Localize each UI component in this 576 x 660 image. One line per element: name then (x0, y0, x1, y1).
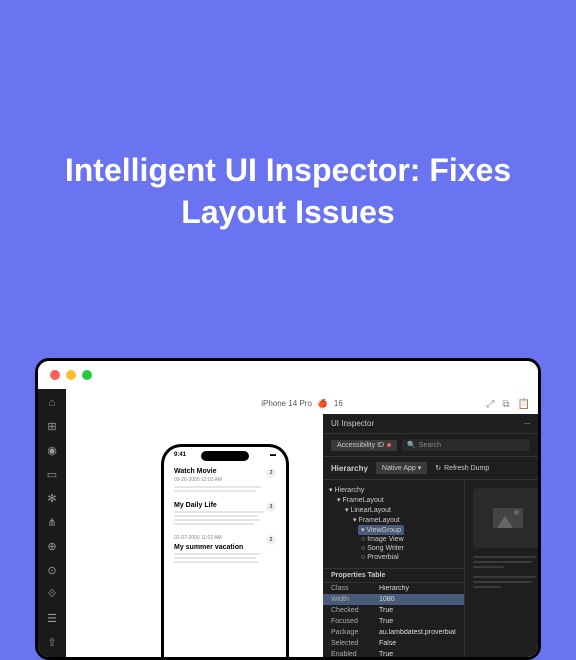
note-badge: 3 (266, 502, 276, 512)
inspector-header: UI Inspector ─ (323, 414, 538, 434)
device-model: iPhone 14 Pro (261, 399, 312, 408)
property-row[interactable]: SelectedFalse (323, 638, 464, 649)
properties-table: ClassHierarchy Width1080 CheckedTrue Foc… (323, 583, 464, 660)
tree-node[interactable]: ▾ FrameLayout (329, 515, 458, 525)
close-icon[interactable]: ─ (524, 419, 530, 428)
inspector-content: ▾ Hierarchy ▾ FrameLayout ▾ LinearLayout… (323, 480, 538, 660)
minimize-window-button[interactable] (66, 370, 76, 380)
signal-icon[interactable]: ⟐ (48, 588, 57, 601)
preview-thumbnail (473, 488, 541, 548)
top-toolbar: ⤢ ⧉ 📋 (486, 399, 530, 410)
preview-pane (465, 480, 541, 660)
device-os: 16 (334, 399, 343, 408)
inspector-panel: UI Inspector ─ Accessibility ID 🔍 Search… (323, 414, 538, 660)
tree-node-selected[interactable]: ▾ ViewGroup (358, 525, 404, 535)
text-placeholder (174, 557, 256, 559)
text-placeholder (174, 553, 261, 555)
text-placeholder (473, 576, 536, 578)
upload-icon[interactable]: ⇧ (47, 636, 56, 649)
properties-title: Properties Table (323, 568, 464, 583)
text-placeholder (473, 586, 501, 588)
text-placeholder (473, 566, 505, 568)
hero-title: Intelligent UI Inspector: Fixes Layout I… (0, 0, 576, 233)
text-placeholder (473, 556, 536, 558)
settings-icon[interactable]: ⊕ (47, 540, 56, 553)
text-placeholder (473, 581, 533, 583)
tree-node[interactable]: ○ Image View (329, 535, 458, 544)
text-placeholder (174, 515, 258, 517)
property-row[interactable]: CheckedTrue (323, 605, 464, 616)
note-item[interactable]: 3 My Daily Life (174, 502, 276, 525)
image-placeholder-icon (493, 508, 523, 528)
accessibility-dropdown[interactable]: Accessibility ID (331, 440, 397, 451)
note-list: 2 Watch Movie 09-26-2000 12:03 AM 3 My D… (164, 460, 286, 581)
text-placeholder (174, 561, 258, 563)
window-titlebar (38, 361, 538, 389)
inspector-tabs: Hierarchy Native App ▾ ↻ Refresh Dump (323, 457, 538, 480)
note-date: 02-07-2000 11:03 AM (174, 535, 276, 541)
text-placeholder (174, 486, 261, 488)
maximize-window-button[interactable] (82, 370, 92, 380)
native-app-dropdown[interactable]: Native App ▾ (376, 462, 427, 474)
camera-icon[interactable]: ◉ (47, 444, 57, 457)
close-window-button[interactable] (50, 370, 60, 380)
device-info: iPhone 14 Pro 🍎 16 (261, 399, 343, 408)
copy-icon[interactable]: ⧉ (502, 399, 509, 410)
phone-frame: 9:41 ▬ 2 Watch Movie 09-26-2000 12:03 AM (161, 444, 289, 660)
clipboard-icon[interactable]: 📋 (518, 399, 530, 410)
property-row[interactable]: Packageau.lambdatest.proverbial (323, 627, 464, 638)
property-row[interactable]: ClassHierarchy (323, 583, 464, 594)
app-window: ⌂ ⊞ ◉ ▭ ✻ ⋔ ⊕ ⊙ ⟐ ☰ ⇧ ▯ ⚙ iPhone 14 Pro … (35, 358, 541, 660)
hierarchy-tree: ▾ Hierarchy ▾ FrameLayout ▾ LinearLayout… (323, 480, 465, 660)
files-icon[interactable]: ☰ (47, 612, 57, 625)
home-icon[interactable]: ⌂ (49, 397, 56, 409)
sidebar: ⌂ ⊞ ◉ ▭ ✻ ⋔ ⊕ ⊙ ⟐ ☰ ⇧ ▯ ⚙ (38, 389, 66, 657)
note-badge: 2 (266, 468, 276, 478)
property-row[interactable]: EnabledTrue (323, 649, 464, 660)
tree-node[interactable]: ○ Proverbial (329, 553, 458, 562)
grid-icon[interactable]: ⊞ (47, 420, 56, 433)
tree-node[interactable]: ○ Song Writer (329, 544, 458, 553)
inspector-search-row: Accessibility ID 🔍 Search (323, 434, 538, 457)
note-title: Watch Movie (174, 468, 276, 475)
note-date: 09-26-2000 12:03 AM (174, 477, 276, 483)
video-icon[interactable]: ▭ (47, 468, 57, 481)
text-placeholder (473, 561, 533, 563)
property-row-selected[interactable]: Width1080 (323, 594, 464, 605)
inspector-title: UI Inspector (331, 419, 374, 428)
note-title: My Daily Life (174, 502, 276, 509)
tree-node[interactable]: ▾ LinearLayout (329, 505, 458, 515)
tree-node[interactable]: ▾ FrameLayout (329, 495, 458, 505)
refresh-button[interactable]: ↻ Refresh Dump (435, 464, 489, 472)
note-item[interactable]: 02-07-2000 11:03 AM 2 My summer vacation (174, 535, 276, 563)
search-icon: 🔍 (407, 441, 416, 449)
text-placeholder (174, 490, 256, 492)
note-badge: 2 (266, 535, 276, 545)
phone-screen[interactable]: 9:41 ▬ 2 Watch Movie 09-26-2000 12:03 AM (164, 447, 286, 660)
hierarchy-tab[interactable]: Hierarchy (331, 464, 368, 473)
tree-node[interactable]: ▾ Hierarchy (329, 485, 458, 495)
network-icon[interactable]: ⋔ (47, 516, 56, 529)
text-placeholder (174, 523, 254, 525)
phone-time: 9:41 (174, 452, 186, 458)
expand-icon[interactable]: ⤢ (486, 399, 494, 410)
main-area: iPhone 14 Pro 🍎 16 ⤢ ⧉ 📋 9:41 ▬ (66, 389, 538, 657)
note-title: My summer vacation (174, 544, 276, 551)
text-placeholder (174, 519, 261, 521)
phone-notch (201, 451, 249, 461)
apple-icon: 🍎 (318, 399, 328, 408)
phone-status-icons: ▬ (270, 452, 276, 458)
note-item[interactable]: 2 Watch Movie 09-26-2000 12:03 AM (174, 468, 276, 492)
bug-icon[interactable]: ✻ (47, 492, 56, 505)
location-icon[interactable]: ⊙ (47, 564, 56, 577)
text-placeholder (174, 511, 264, 513)
status-dot-icon (387, 443, 391, 447)
search-input[interactable]: 🔍 Search (402, 439, 530, 451)
property-row[interactable]: FocusedTrue (323, 616, 464, 627)
